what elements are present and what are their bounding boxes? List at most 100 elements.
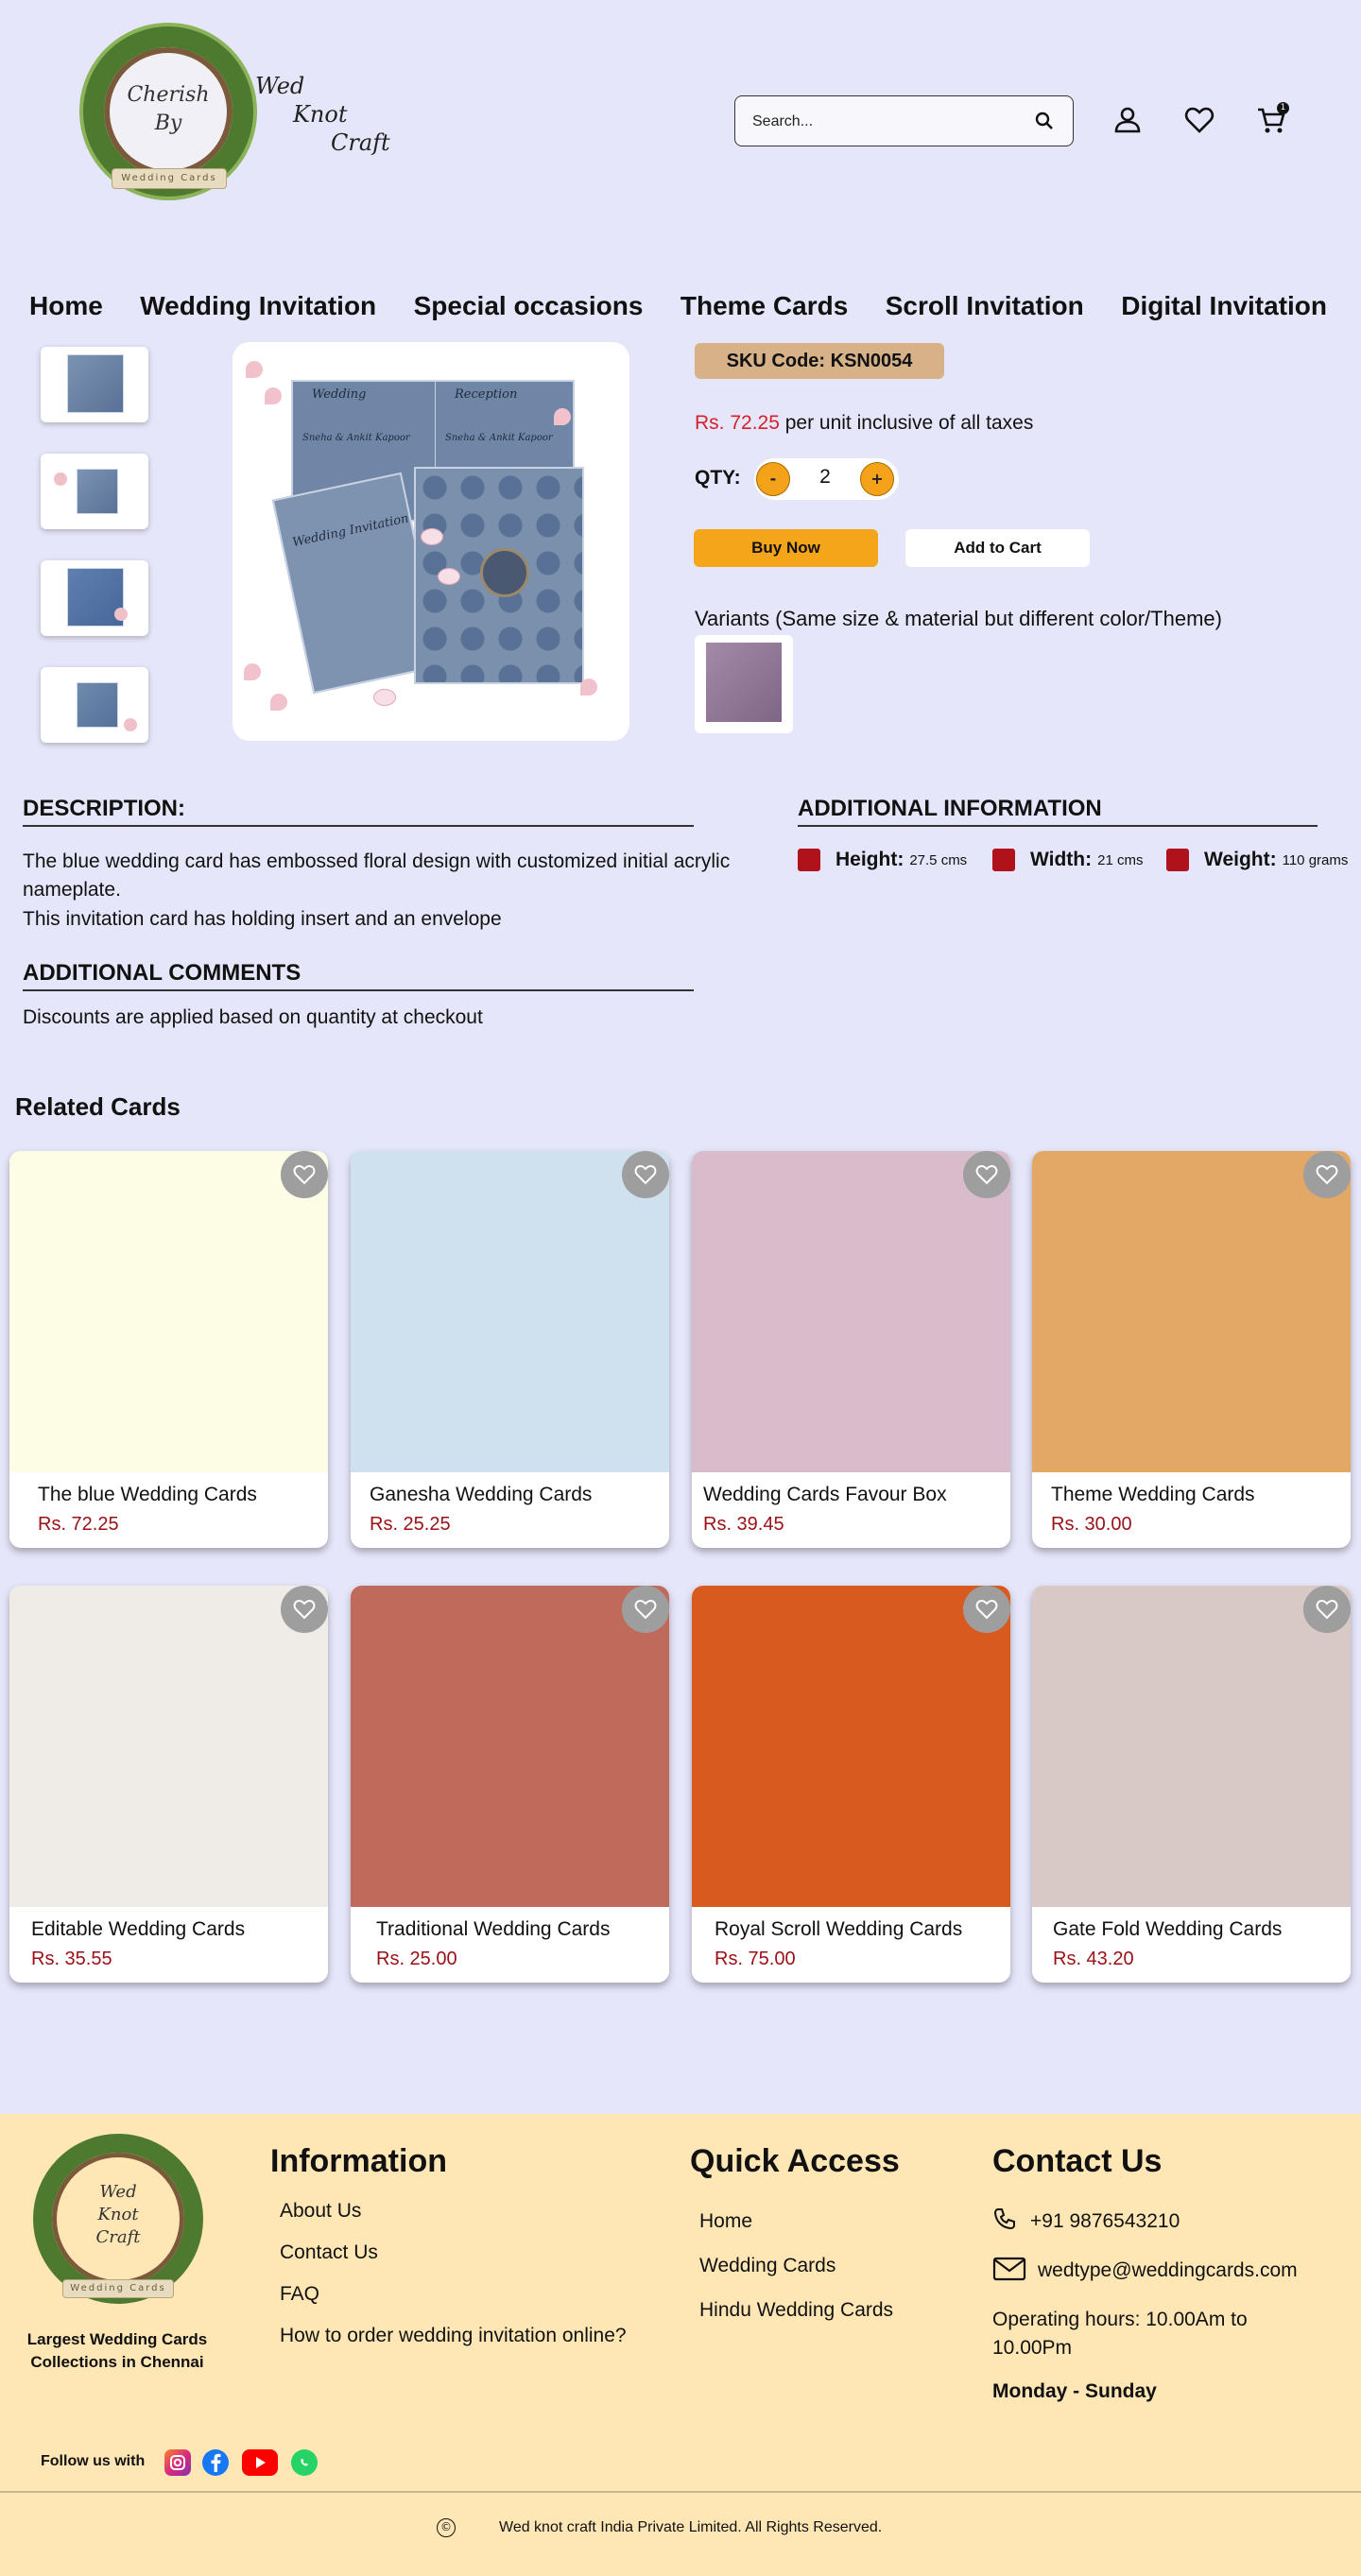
footer-contact-title: Contact Us [992, 2143, 1163, 2179]
heart-icon[interactable] [281, 1151, 328, 1198]
nav-home[interactable]: Home [29, 287, 103, 329]
product-card[interactable]: Gate Fold Wedding Cards Rs. 43.20 [1032, 1586, 1351, 1983]
flower-decoration [244, 663, 261, 680]
flower-decoration [554, 408, 571, 425]
thumb-image [77, 682, 118, 728]
product-card-image [9, 1586, 328, 1907]
copyright-text: Wed knot craft India Private Limited. Al… [499, 2519, 883, 2535]
height-icon [798, 849, 820, 871]
product-card[interactable]: Editable Wedding Cards Rs. 35.55 [9, 1586, 328, 1983]
comments-text: Discounts are applied based on quantity … [23, 1006, 483, 1028]
thumb-image [77, 469, 118, 514]
nav-special-occasions[interactable]: Special occasions [414, 287, 644, 329]
footer-link-home[interactable]: Home [699, 2207, 752, 2236]
width-icon [992, 849, 1015, 871]
nav-scroll-invitation[interactable]: Scroll Invitation [886, 287, 1084, 329]
nav-digital-invitation[interactable]: Digital Invitation [1121, 287, 1327, 329]
logo-script-line: Craft [331, 129, 390, 156]
youtube-icon[interactable] [242, 2449, 278, 2476]
product-card[interactable]: Wedding Cards Favour Box Rs. 39.45 [692, 1151, 1010, 1548]
follow-us-label: Follow us with [41, 2453, 146, 2469]
search-input[interactable] [752, 110, 1017, 134]
spec-width: Width: 21 cms [992, 849, 1143, 871]
product-card-image [692, 1586, 1010, 1907]
product-card-image [351, 1151, 669, 1472]
cart-count-badge: 1 [1277, 102, 1289, 114]
product-card-image [351, 1586, 669, 1907]
footer-link-wedding-cards[interactable]: Wedding Cards [699, 2252, 836, 2280]
gallery-thumb[interactable] [41, 347, 148, 422]
heart-icon[interactable] [963, 1151, 1010, 1198]
product-card[interactable]: Theme Wedding Cards Rs. 30.00 [1032, 1151, 1351, 1548]
logo-script-line: Wed [99, 2182, 137, 2202]
logo-script-line: Wed [255, 73, 305, 99]
footer-quick-title: Quick Access [690, 2143, 900, 2179]
footer-link-hindu-wedding-cards[interactable]: Hindu Wedding Cards [699, 2296, 893, 2325]
add-to-cart-button[interactable]: Add to Cart [905, 529, 1090, 567]
product-card-price: Rs. 25.25 [370, 1514, 451, 1535]
footer-link-about[interactable]: About Us [280, 2197, 361, 2225]
site-logo[interactable]: Cherish By Wedding Cards Wed Knot Craft [76, 26, 397, 215]
user-icon[interactable] [1111, 104, 1144, 136]
flower-decoration [114, 608, 128, 621]
product-card[interactable]: Ganesha Wedding Cards Rs. 25.25 [351, 1151, 669, 1548]
footer-link-how-to-order[interactable]: How to order wedding invitation online? [280, 2322, 639, 2350]
footer-link-contact[interactable]: Contact Us [280, 2239, 378, 2267]
logo-wreath-line: By [154, 112, 182, 135]
mail-icon [992, 2257, 1026, 2285]
qty-value[interactable]: 2 [811, 466, 839, 489]
buy-now-button[interactable]: Buy Now [694, 529, 878, 567]
product-main-image[interactable]: Wedding Sneha & Ankit Kapoor Reception S… [233, 342, 629, 741]
footer-link-faq[interactable]: FAQ [280, 2280, 319, 2309]
product-card-image [1032, 1151, 1351, 1472]
card-script-text: Wedding [312, 387, 367, 402]
logo-ribbon: Wedding Cards [112, 168, 227, 189]
spec-value: 27.5 cms [909, 851, 968, 868]
qty-increment-button[interactable]: + [860, 462, 894, 496]
card-script-text: Sneha & Ankit Kapoor [302, 433, 410, 443]
footer-divider [0, 2491, 1361, 2493]
nav-theme-cards[interactable]: Theme Cards [680, 287, 848, 329]
qty-decrement-button[interactable]: - [756, 462, 790, 496]
footer-email[interactable]: wedtype@weddingcards.com [1038, 2257, 1298, 2285]
footer-days: Monday - Sunday [992, 2380, 1157, 2402]
spec-label: Height: [836, 849, 904, 870]
product-card[interactable]: The blue Wedding Cards Rs. 72.25 [9, 1151, 328, 1548]
search-icon[interactable] [1035, 112, 1054, 134]
heart-icon[interactable] [963, 1586, 1010, 1633]
footer-tagline: Largest Wedding Cards Collections in Che… [26, 2330, 208, 2371]
variant-thumb[interactable] [695, 635, 793, 733]
product-card-name: Traditional Wedding Cards [376, 1918, 611, 1940]
cart-icon[interactable]: 1 [1255, 102, 1289, 136]
price-line: Rs. 72.25 per unit inclusive of all taxe… [695, 412, 1033, 435]
heart-icon[interactable] [1303, 1151, 1351, 1198]
spec-value: 110 grams [1282, 851, 1349, 868]
heart-icon[interactable] [1183, 104, 1215, 136]
product-card[interactable]: Royal Scroll Wedding Cards Rs. 75.00 [692, 1586, 1010, 1983]
footer-logo[interactable]: Wed Knot Craft Wedding Cards [28, 2134, 208, 2313]
nav-wedding-invitation[interactable]: Wedding Invitation [140, 287, 376, 329]
product-card-image [692, 1151, 1010, 1472]
footer-information-title: Information [270, 2143, 447, 2179]
comments-heading: ADDITIONAL COMMENTS [23, 960, 301, 986]
gallery-thumb[interactable] [41, 454, 148, 529]
spec-label: Width: [1030, 849, 1093, 870]
heart-icon[interactable] [622, 1151, 669, 1198]
search-bar[interactable] [734, 95, 1074, 146]
facebook-icon[interactable] [202, 2449, 229, 2476]
whatsapp-icon[interactable] [291, 2449, 318, 2476]
description-line: This invitation card has holding insert … [23, 908, 502, 930]
gallery-thumb[interactable] [41, 560, 148, 636]
heart-icon[interactable] [622, 1586, 669, 1633]
logo-script-line: Knot [293, 101, 348, 128]
logo-script: Wed Knot Craft [71, 2181, 165, 2249]
gallery-thumb[interactable] [41, 667, 148, 743]
footer-phone[interactable]: +91 9876543210 [1030, 2207, 1180, 2236]
spec-label: Weight: [1204, 849, 1277, 870]
heart-icon[interactable] [281, 1586, 328, 1633]
card-nameplate [480, 548, 529, 597]
product-card[interactable]: Traditional Wedding Cards Rs. 25.00 [351, 1586, 669, 1983]
product-card-name: Gate Fold Wedding Cards [1053, 1918, 1283, 1940]
instagram-icon[interactable] [164, 2449, 191, 2476]
heart-icon[interactable] [1303, 1586, 1351, 1633]
